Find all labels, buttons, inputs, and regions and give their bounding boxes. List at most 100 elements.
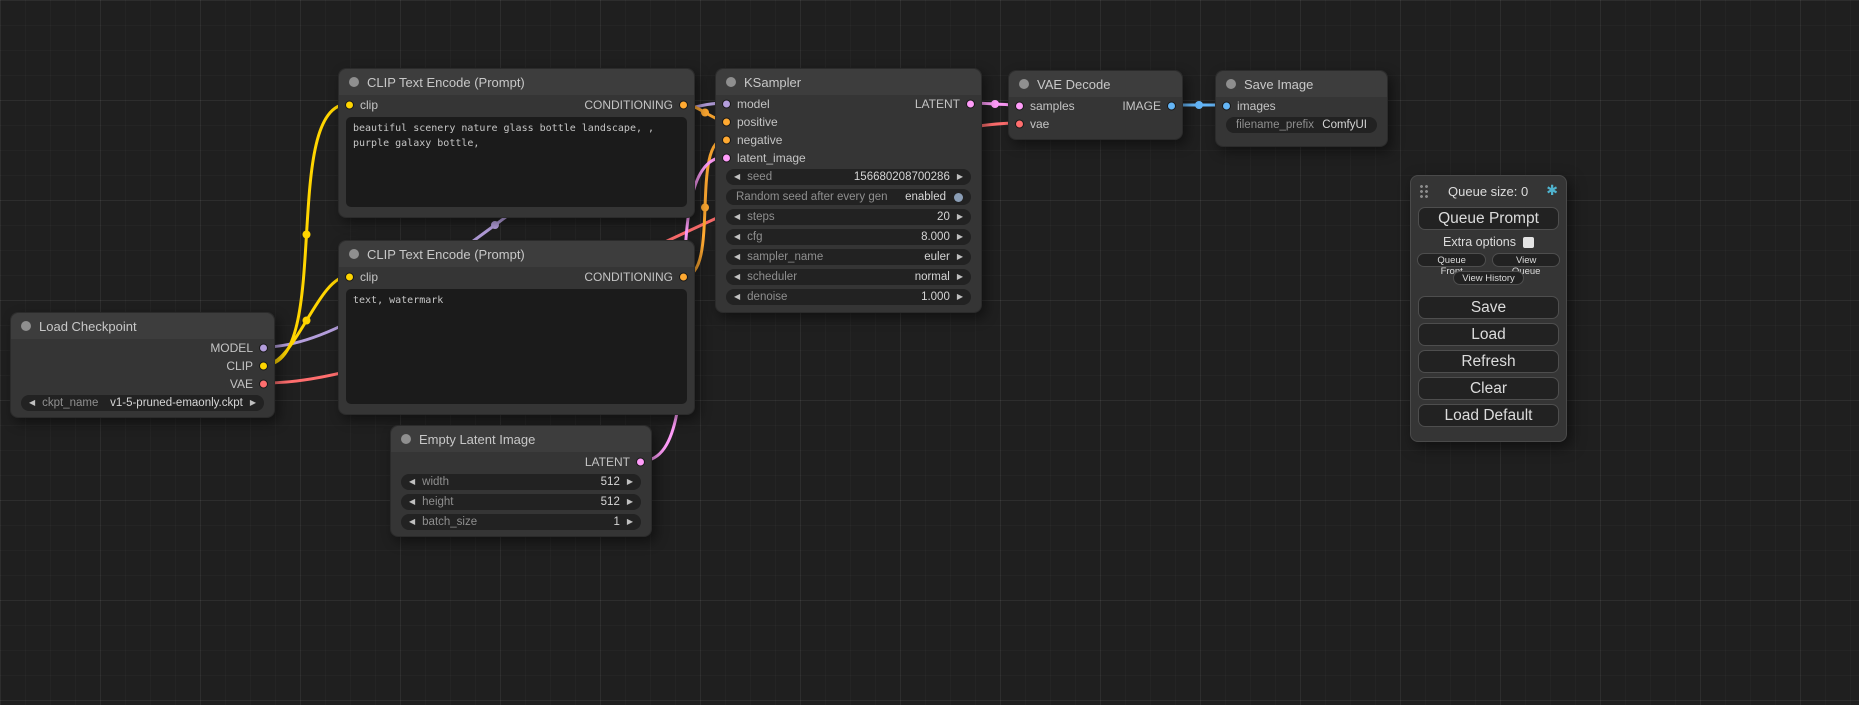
save-button[interactable]: Save	[1418, 296, 1559, 319]
output-port-image[interactable]	[1167, 102, 1176, 111]
output-port-clip[interactable]	[259, 362, 268, 371]
increment-arrow-icon[interactable]: ▶	[957, 173, 963, 181]
node-graph-canvas[interactable]: Load Checkpoint MODEL CLIP VAE ◀ ckpt_na…	[0, 0, 1859, 705]
node-header[interactable]: KSampler	[716, 69, 981, 95]
input-port-clip[interactable]	[345, 273, 354, 282]
view-history-button[interactable]: View History	[1453, 271, 1524, 285]
prompt-textarea[interactable]: text, watermark	[346, 289, 687, 404]
node-header[interactable]: CLIP Text Encode (Prompt)	[339, 69, 694, 95]
decrement-arrow-icon[interactable]: ◀	[409, 498, 415, 506]
node-vae-decode[interactable]: VAE Decode samples IMAGE vae	[1008, 70, 1183, 140]
increment-arrow-icon[interactable]: ▶	[957, 253, 963, 261]
increment-arrow-icon[interactable]: ▶	[957, 213, 963, 221]
decrement-arrow-icon[interactable]: ◀	[409, 518, 415, 526]
node-title: Save Image	[1244, 77, 1313, 92]
node-save-image[interactable]: Save Image images filename_prefix ComfyU…	[1215, 70, 1388, 147]
output-port-conditioning[interactable]	[679, 273, 688, 282]
increment-arrow-icon[interactable]: ▶	[627, 478, 633, 486]
input-port-positive[interactable]	[722, 118, 731, 127]
node-header[interactable]: Load Checkpoint	[11, 313, 274, 339]
output-port-model[interactable]	[259, 344, 268, 353]
queue-front-button[interactable]: Queue Front	[1417, 253, 1486, 267]
node-header[interactable]: CLIP Text Encode (Prompt)	[339, 241, 694, 267]
output-port-latent[interactable]	[636, 458, 645, 467]
slot-row: samples IMAGE	[1009, 97, 1182, 115]
slot-row: images	[1216, 97, 1387, 115]
settings-gear-icon[interactable]: ✱	[1546, 183, 1558, 199]
node-load-checkpoint[interactable]: Load Checkpoint MODEL CLIP VAE ◀ ckpt_na…	[10, 312, 275, 418]
input-port-samples[interactable]	[1015, 102, 1024, 111]
node-collapse-dot[interactable]	[726, 77, 736, 87]
node-header[interactable]: VAE Decode	[1009, 71, 1182, 97]
decrement-arrow-icon[interactable]: ◀	[734, 293, 740, 301]
sampler-name-widget[interactable]: ◀ sampler_name euler ▶	[726, 249, 971, 265]
decrement-arrow-icon[interactable]: ◀	[734, 213, 740, 221]
queue-panel-header: Queue size: 0 ✱	[1411, 180, 1566, 203]
cfg-widget[interactable]: ◀ cfg 8.000 ▶	[726, 229, 971, 245]
node-collapse-dot[interactable]	[21, 321, 31, 331]
batch-size-widget[interactable]: ◀ batch_size 1 ▶	[401, 514, 641, 530]
increment-arrow-icon[interactable]: ▶	[957, 233, 963, 241]
node-collapse-dot[interactable]	[401, 434, 411, 444]
increment-arrow-icon[interactable]: ▶	[957, 293, 963, 301]
node-collapse-dot[interactable]	[1019, 79, 1029, 89]
ckpt-name-widget[interactable]: ◀ ckpt_name v1-5-pruned-emaonly.ckpt ▶	[21, 395, 264, 411]
slot-row: positive	[716, 113, 981, 131]
decrement-arrow-icon[interactable]: ◀	[734, 273, 740, 281]
decrement-arrow-icon[interactable]: ◀	[409, 478, 415, 486]
input-port-images[interactable]	[1222, 102, 1231, 111]
node-ksampler[interactable]: KSampler model LATENT positive negative …	[715, 68, 982, 313]
scheduler-widget[interactable]: ◀ scheduler normal ▶	[726, 269, 971, 285]
slot-row: negative	[716, 131, 981, 149]
steps-widget[interactable]: ◀ steps 20 ▶	[726, 209, 971, 225]
load-default-button[interactable]: Load Default	[1418, 404, 1559, 427]
node-header[interactable]: Save Image	[1216, 71, 1387, 97]
refresh-button[interactable]: Refresh	[1418, 350, 1559, 373]
output-port-conditioning[interactable]	[679, 101, 688, 110]
extra-options-row: Extra options	[1411, 235, 1566, 249]
increment-arrow-icon[interactable]: ▶	[250, 399, 256, 407]
node-title: Empty Latent Image	[419, 432, 535, 447]
extra-options-checkbox[interactable]	[1523, 237, 1534, 248]
output-port-vae[interactable]	[259, 380, 268, 389]
node-header[interactable]: Empty Latent Image	[391, 426, 651, 452]
random-seed-toggle-widget[interactable]: Random seed after every gen enabled	[726, 189, 971, 205]
decrement-arrow-icon[interactable]: ◀	[734, 173, 740, 181]
node-collapse-dot[interactable]	[349, 77, 359, 87]
drag-handle-icon[interactable]	[1419, 184, 1430, 199]
increment-arrow-icon[interactable]: ▶	[627, 498, 633, 506]
prompt-textarea[interactable]: beautiful scenery nature glass bottle la…	[346, 117, 687, 207]
decrement-arrow-icon[interactable]: ◀	[734, 253, 740, 261]
node-collapse-dot[interactable]	[349, 249, 359, 259]
view-queue-button[interactable]: View Queue	[1492, 253, 1560, 267]
node-clip-text-encode-positive[interactable]: CLIP Text Encode (Prompt) clip CONDITION…	[338, 68, 695, 218]
clear-button[interactable]: Clear	[1418, 377, 1559, 400]
output-port-latent[interactable]	[966, 100, 975, 109]
height-widget[interactable]: ◀ height 512 ▶	[401, 494, 641, 510]
increment-arrow-icon[interactable]: ▶	[957, 273, 963, 281]
node-empty-latent-image[interactable]: Empty Latent Image LATENT ◀ width 512 ▶ …	[390, 425, 652, 537]
increment-arrow-icon[interactable]: ▶	[627, 518, 633, 526]
widget-value: 156680208700286	[854, 171, 950, 183]
widget-label: scheduler	[747, 271, 797, 283]
filename-prefix-widget[interactable]: filename_prefix ComfyUI	[1226, 117, 1377, 133]
node-collapse-dot[interactable]	[1226, 79, 1236, 89]
load-button[interactable]: Load	[1418, 323, 1559, 346]
input-port-clip[interactable]	[345, 101, 354, 110]
input-port-latent-image[interactable]	[722, 154, 731, 163]
width-widget[interactable]: ◀ width 512 ▶	[401, 474, 641, 490]
node-title: Load Checkpoint	[39, 319, 137, 334]
input-port-model[interactable]	[722, 100, 731, 109]
output-label-latent: LATENT	[915, 97, 960, 111]
input-port-negative[interactable]	[722, 136, 731, 145]
node-clip-text-encode-negative[interactable]: CLIP Text Encode (Prompt) clip CONDITION…	[338, 240, 695, 415]
output-label-conditioning: CONDITIONING	[584, 98, 673, 112]
toggle-knob[interactable]	[954, 193, 963, 202]
input-port-vae[interactable]	[1015, 120, 1024, 129]
wire-midpoint-dot	[991, 100, 999, 108]
queue-prompt-button[interactable]: Queue Prompt	[1418, 207, 1559, 230]
denoise-widget[interactable]: ◀ denoise 1.000 ▶	[726, 289, 971, 305]
decrement-arrow-icon[interactable]: ◀	[29, 399, 35, 407]
seed-widget[interactable]: ◀ seed 156680208700286 ▶	[726, 169, 971, 185]
decrement-arrow-icon[interactable]: ◀	[734, 233, 740, 241]
